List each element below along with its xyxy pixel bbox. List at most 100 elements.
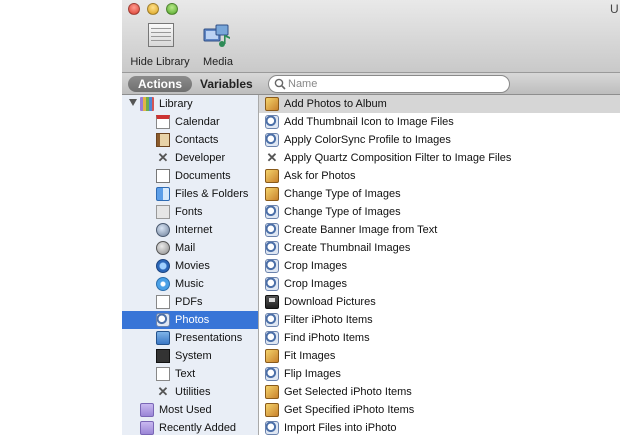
- library-item-label: Fonts: [175, 206, 203, 218]
- hide-library-button[interactable]: Hide Library: [128, 20, 192, 68]
- finder-icon: [156, 187, 170, 201]
- library-item-label: PDFs: [175, 296, 203, 308]
- library-item-files-folders[interactable]: Files & Folders: [122, 185, 258, 203]
- action-item[interactable]: Flip Images: [259, 365, 620, 383]
- preview-action-icon: [265, 421, 279, 435]
- action-label: Get Specified iPhoto Items: [284, 404, 415, 416]
- library-item-movies[interactable]: Movies: [122, 257, 258, 275]
- action-item[interactable]: Apply ColorSync Profile to Images: [259, 131, 620, 149]
- library-item-label: Most Used: [159, 404, 212, 416]
- action-item[interactable]: Get Specified iPhoto Items: [259, 401, 620, 419]
- photo-action-icon: [265, 97, 279, 111]
- variables-tab[interactable]: Variables: [200, 76, 253, 92]
- automator-window: U Hide Library Media Actions Variables N…: [122, 0, 620, 435]
- action-label: Change Type of Images: [284, 188, 401, 200]
- action-item[interactable]: Get Selected iPhoto Items: [259, 383, 620, 401]
- action-label: Ask for Photos: [284, 170, 356, 182]
- action-label: Add Photos to Album: [284, 98, 387, 110]
- library-item-text[interactable]: Text: [122, 365, 258, 383]
- action-label: Import Files into iPhoto: [284, 422, 397, 434]
- action-label: Fit Images: [284, 350, 336, 362]
- media-button[interactable]: Media: [196, 20, 240, 68]
- library-item-label: Developer: [175, 152, 226, 164]
- library-item-documents[interactable]: Documents: [122, 167, 258, 185]
- action-item[interactable]: Add Photos to Album: [259, 95, 620, 113]
- action-label: Download Pictures: [284, 296, 376, 308]
- library-item-presentations[interactable]: Presentations: [122, 329, 258, 347]
- library-item-label: Recently Added: [159, 422, 237, 434]
- actions-tab[interactable]: Actions: [128, 76, 192, 92]
- library-item-most-used[interactable]: Most Used: [122, 401, 258, 419]
- action-item[interactable]: ✕ Apply Quartz Composition Filter to Ima…: [259, 149, 620, 167]
- contacts-icon: [156, 133, 170, 147]
- action-item[interactable]: Change Type of Images: [259, 185, 620, 203]
- action-item[interactable]: Filter iPhoto Items: [259, 311, 620, 329]
- quartz-action-icon: ✕: [266, 150, 278, 165]
- photo-action-icon: [265, 403, 279, 417]
- pdf-icon: [156, 295, 170, 309]
- photos-icon: [156, 313, 170, 327]
- close-window-button[interactable]: [128, 3, 140, 15]
- text-icon: [156, 367, 170, 381]
- action-label: Crop Images: [284, 260, 347, 272]
- system-icon: [156, 349, 170, 363]
- action-item[interactable]: Crop Images: [259, 275, 620, 293]
- utilities-icon: ✕: [157, 384, 169, 399]
- mail-icon: [156, 241, 170, 255]
- preview-action-icon: [265, 205, 279, 219]
- library-item-pdfs[interactable]: PDFs: [122, 293, 258, 311]
- action-item[interactable]: Create Thumbnail Images: [259, 239, 620, 257]
- library-item-mail[interactable]: Mail: [122, 239, 258, 257]
- library-item-contacts[interactable]: Contacts: [122, 131, 258, 149]
- action-item[interactable]: Import Files into iPhoto: [259, 419, 620, 435]
- preview-action-icon: [265, 331, 279, 345]
- internet-globe-icon: [156, 223, 170, 237]
- library-item-fonts[interactable]: Fonts: [122, 203, 258, 221]
- quicktime-icon: [156, 259, 170, 273]
- library-item-label: Internet: [175, 224, 213, 236]
- library-icon: [140, 97, 154, 111]
- library-item-utilities[interactable]: ✕ Utilities: [122, 383, 258, 401]
- action-item[interactable]: Find iPhoto Items: [259, 329, 620, 347]
- library-item-music[interactable]: Music: [122, 275, 258, 293]
- action-label: Apply ColorSync Profile to Images: [284, 134, 451, 146]
- minimize-window-button[interactable]: [147, 3, 159, 15]
- preview-action-icon: [265, 259, 279, 273]
- hide-library-label: Hide Library: [130, 56, 190, 68]
- action-item[interactable]: Change Type of Images: [259, 203, 620, 221]
- action-item[interactable]: Download Pictures: [259, 293, 620, 311]
- action-item[interactable]: Crop Images: [259, 257, 620, 275]
- library-item-internet[interactable]: Internet: [122, 221, 258, 239]
- library-item-label: Utilities: [175, 386, 211, 398]
- action-label: Apply Quartz Composition Filter to Image…: [284, 152, 512, 164]
- documents-icon: [156, 169, 170, 183]
- preview-action-icon: [265, 313, 279, 327]
- action-item[interactable]: Create Banner Image from Text: [259, 221, 620, 239]
- smart-folder-icon: [140, 421, 154, 435]
- library-item-recently-added[interactable]: Recently Added: [122, 419, 258, 435]
- disclosure-triangle-icon[interactable]: [129, 99, 137, 106]
- library-item-calendar[interactable]: Calendar: [122, 113, 258, 131]
- action-item[interactable]: Fit Images: [259, 347, 620, 365]
- library-item-photos[interactable]: Photos: [122, 311, 258, 329]
- photo-action-icon: [265, 187, 279, 201]
- preview-action-icon: [265, 223, 279, 237]
- action-label: Flip Images: [284, 368, 341, 380]
- action-label: Get Selected iPhoto Items: [284, 386, 412, 398]
- search-field[interactable]: [268, 75, 510, 93]
- search-input[interactable]: [288, 77, 498, 91]
- library-item-library[interactable]: Library: [122, 95, 258, 113]
- library-item-system[interactable]: System: [122, 347, 258, 365]
- action-item[interactable]: Add Thumbnail Icon to Image Files: [259, 113, 620, 131]
- zoom-window-button[interactable]: [166, 3, 178, 15]
- library-list: Library Calendar Contacts ✕ Developer Do…: [122, 95, 259, 435]
- search-icon: [274, 78, 286, 90]
- library-item-developer[interactable]: ✕ Developer: [122, 149, 258, 167]
- media-label: Media: [203, 56, 233, 68]
- library-item-label: System: [175, 350, 212, 362]
- preview-action-icon: [265, 367, 279, 381]
- photo-action-icon: [265, 385, 279, 399]
- action-item[interactable]: Ask for Photos: [259, 167, 620, 185]
- action-label: Add Thumbnail Icon to Image Files: [284, 116, 454, 128]
- action-label: Filter iPhoto Items: [284, 314, 373, 326]
